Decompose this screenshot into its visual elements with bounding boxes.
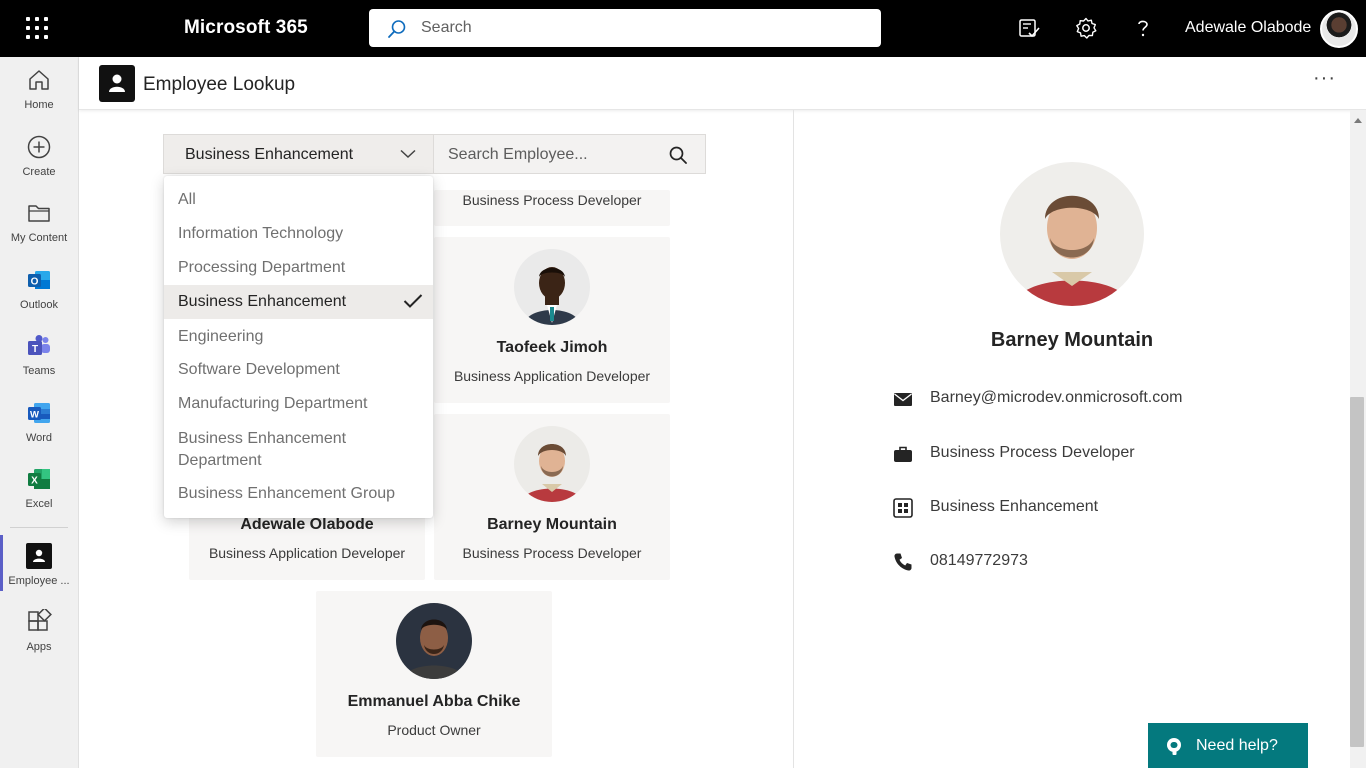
employee-card[interactable]: Business Process Developer [434, 190, 670, 226]
rail-item-label: Employee ... [8, 575, 70, 587]
word-icon: W [28, 403, 50, 423]
dropdown-option[interactable]: Manufacturing Department [164, 392, 433, 418]
employee-card[interactable]: Emmanuel Abba Chike Product Owner [316, 591, 552, 757]
rail-item-label: Word [25, 432, 53, 444]
dropdown-option[interactable]: Information Technology [164, 222, 433, 248]
department-grid-icon [893, 498, 913, 518]
outlook-icon: O [28, 271, 50, 289]
user-avatar[interactable] [1320, 10, 1358, 48]
employee-card[interactable]: Taofeek Jimoh Business Application Devel… [434, 237, 670, 403]
headset-icon [1167, 738, 1181, 755]
global-search-input[interactable]: Search [369, 9, 881, 47]
job-title-value: Business Process Developer [930, 444, 1135, 461]
app-header: Employee Lookup ··· [79, 57, 1366, 110]
selected-employee-photo [1000, 162, 1144, 306]
employee-photo [396, 603, 472, 679]
department-dropdown-menu: All Information Technology Processing De… [164, 176, 433, 518]
rail-item-label: Excel [25, 498, 53, 510]
mail-icon [894, 393, 912, 406]
dropdown-option[interactable]: Business Enhancement Group [164, 482, 433, 508]
brand-title[interactable]: Microsoft 365 [184, 17, 308, 39]
dropdown-option[interactable]: Business Enhancement Department [164, 426, 433, 474]
rail-item-word[interactable]: W Word [0, 392, 78, 456]
rail-item-home[interactable]: Home [0, 59, 78, 123]
rail-item-label: Create [22, 166, 56, 178]
excel-icon: X [28, 469, 50, 489]
employee-photo [514, 426, 590, 502]
rail-item-employee-lookup[interactable]: Employee ... [0, 535, 78, 599]
dropdown-option[interactable]: All [164, 187, 433, 213]
settings-icon[interactable] [1074, 16, 1098, 40]
employee-photo [514, 249, 590, 325]
card-name: Barney Mountain [487, 516, 617, 533]
phone-value[interactable]: 08149772973 [930, 552, 1028, 570]
user-name[interactable]: Adewale Olabode [1185, 19, 1311, 37]
card-role: Business Process Developer [462, 545, 642, 561]
teams-icon: T [28, 335, 50, 355]
help-icon[interactable] [1131, 16, 1155, 40]
employee-app-icon [26, 543, 52, 569]
card-name: Emmanuel Abba Chike [347, 693, 521, 710]
scroll-up-arrow-icon[interactable] [1354, 118, 1362, 123]
dropdown-option[interactable]: Software Development [164, 358, 433, 384]
card-role: Business Application Developer [208, 545, 406, 561]
phone-icon [894, 553, 912, 571]
checkmark-icon [403, 294, 423, 308]
rail-item-apps[interactable]: Apps [0, 601, 78, 665]
card-role: Business Application Developer [453, 368, 651, 384]
card-name: Taofeek Jimoh [496, 339, 608, 356]
svg-text:W: W [30, 410, 39, 421]
rail-item-excel[interactable]: X Excel [0, 458, 78, 522]
rail-item-teams[interactable]: T Teams [0, 325, 78, 389]
dropdown-option[interactable]: Processing Department [164, 256, 433, 282]
folder-icon [28, 205, 50, 222]
department-value: Business Enhancement [930, 498, 1099, 515]
briefcase-icon [894, 446, 912, 462]
department-dropdown[interactable]: Business Enhancement [163, 134, 434, 174]
employee-search-placeholder: Search Employee... [448, 146, 588, 163]
more-options-icon[interactable]: ··· [1313, 67, 1336, 90]
need-help-label: Need help? [1196, 737, 1278, 754]
card-role: Product Owner [387, 722, 481, 738]
need-help-button[interactable]: Need help? [1148, 723, 1308, 768]
rail-item-label: My Content [10, 232, 68, 244]
rail-divider [10, 527, 68, 528]
rail-item-label: Outlook [20, 299, 58, 311]
employee-app-logo-icon [99, 65, 135, 102]
email-value[interactable]: Barney@microdev.onmicrosoft.com [930, 389, 1182, 407]
home-icon [29, 70, 49, 90]
card-role: Business Process Developer [462, 192, 642, 208]
rail-item-create[interactable]: Create [0, 126, 78, 190]
rail-item-label: Teams [22, 365, 56, 377]
employee-search-input[interactable]: Search Employee... [433, 134, 706, 174]
dropdown-option-selected[interactable]: Business Enhancement [164, 285, 433, 319]
search-icon[interactable] [669, 146, 687, 164]
apps-icon [28, 609, 52, 631]
employee-card[interactable]: Barney Mountain Business Process Develop… [434, 414, 670, 580]
dropdown-option[interactable]: Engineering [164, 325, 433, 351]
rail-item-label: Apps [26, 641, 52, 653]
card-name: Adewale Olabode [240, 516, 374, 533]
department-selected-value: Business Enhancement [185, 146, 354, 163]
svg-text:O: O [31, 277, 39, 288]
top-bar: Microsoft 365 Search Adewale Olabode [0, 0, 1366, 57]
tasks-icon[interactable] [1017, 16, 1041, 40]
app-title: Employee Lookup [143, 74, 296, 95]
rail-item-label: Home [24, 99, 54, 111]
search-icon [388, 20, 406, 38]
waffle-icon[interactable] [26, 17, 48, 39]
create-icon [27, 135, 51, 159]
svg-text:X: X [31, 476, 38, 487]
rail-item-my-content[interactable]: My Content [0, 192, 78, 256]
chevron-down-icon [400, 149, 416, 159]
selected-employee-name: Barney Mountain [990, 329, 1154, 351]
scrollbar-thumb[interactable] [1350, 397, 1364, 747]
left-rail: Home Create My Content O Outlook T Teams… [0, 57, 79, 768]
rail-item-outlook[interactable]: O Outlook [0, 259, 78, 323]
search-placeholder: Search [421, 19, 472, 36]
svg-text:T: T [32, 344, 38, 355]
panel-divider [793, 110, 794, 768]
